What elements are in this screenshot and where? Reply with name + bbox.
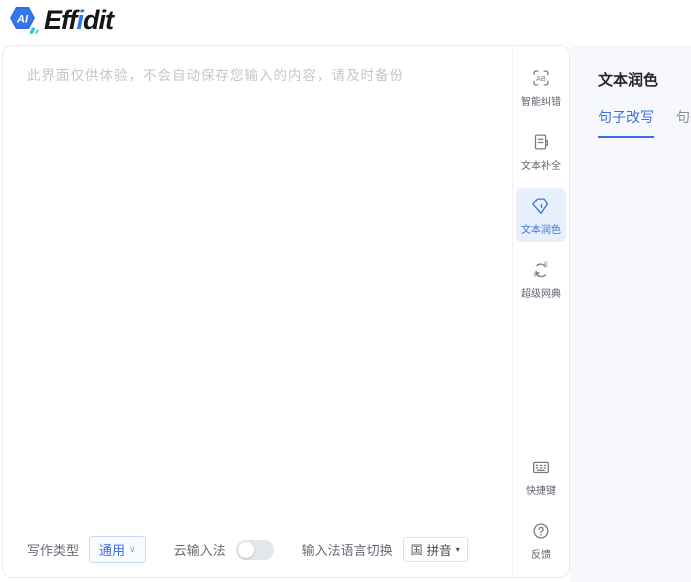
scan-ab-icon: AB [530,67,552,89]
rail-item-label: 文本补全 [521,157,561,172]
cloud-ime-label: 云输入法 [174,540,226,559]
rail-item-feedback[interactable]: 反馈 [516,513,566,567]
caret-down-icon: ▾ [456,545,460,554]
document-icon [530,131,552,153]
diamond-icon [530,195,552,217]
logo-wordmark: Effidit [44,5,113,35]
writing-type-label: 写作类型 [27,540,79,559]
editor-card: 写作类型 通用 ∨ 云输入法 输入法语言切换 国 拼音 ▾ [2,45,570,578]
writing-type-value: 通用 [99,540,125,559]
writing-type-dropdown[interactable]: 通用 ∨ [89,536,146,563]
ime-switch-label: 输入法语言切换 [302,540,393,559]
rail-item-label: 快捷键 [526,482,556,497]
chevron-down-icon: ∨ [129,544,136,555]
tab-sentence-rewrite[interactable]: 句子改写 [598,107,654,138]
tab-sentence-second[interactable]: 句子 [676,107,691,138]
svg-text:X: X [543,259,548,268]
rail-item-text-polish[interactable]: 文本润色 [516,188,566,242]
translate-refresh-icon: X K [530,259,552,281]
question-icon [530,520,552,542]
ime-language-button[interactable]: 国 拼音 ▾ [403,537,468,562]
toggle-knob [238,542,254,558]
editor-toolbar: 写作类型 通用 ∨ 云输入法 输入法语言切换 国 拼音 ▾ [27,536,468,563]
rail-item-text-completion[interactable]: 文本补全 [516,124,566,178]
rail-item-shortcuts[interactable]: 快捷键 [516,449,566,503]
rail-item-smart-correction[interactable]: AB 智能纠错 [516,60,566,114]
rail-item-label: 反馈 [531,546,551,561]
svg-text:K: K [534,270,539,279]
rail-item-label: 智能纠错 [521,93,561,108]
logo-part1: Eff [44,5,77,35]
app-header: AI Effidit [0,0,691,45]
chinese-lang-icon: 国 [411,541,423,558]
panel-tabs: 句子改写 句子 [598,107,691,138]
cloud-ime-toggle[interactable] [236,540,274,560]
text-editor-input[interactable] [3,46,512,506]
svg-text:AI: AI [16,14,29,26]
panel-title: 文本润色 [598,69,691,90]
tool-rail: AB 智能纠错 文本补全 文本润色 [512,46,569,577]
keyboard-icon [530,456,552,478]
ime-lang-value: 拼音 [427,540,452,559]
rail-item-label: 超级网典 [521,285,561,300]
ai-hexagon-icon: AI [8,5,38,33]
logo-part3: dit [83,5,113,35]
rail-item-super-dictionary[interactable]: X K 超级网典 [516,252,566,306]
polish-panel: 文本润色 句子改写 句子 [570,45,691,582]
svg-text:AB: AB [536,74,546,83]
effidit-logo: AI Effidit [8,5,113,35]
editor-area: 写作类型 通用 ∨ 云输入法 输入法语言切换 国 拼音 ▾ [3,46,512,577]
rail-item-label: 文本润色 [521,221,561,236]
